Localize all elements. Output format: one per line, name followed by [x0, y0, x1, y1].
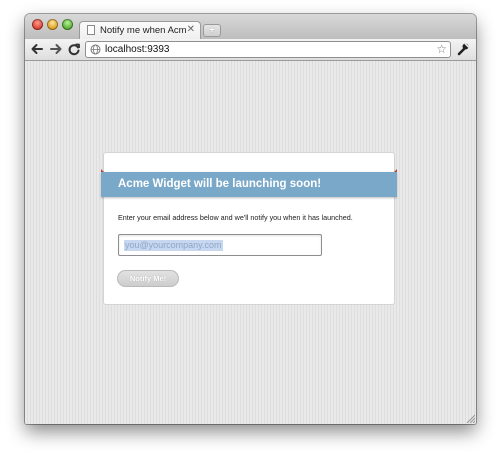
- signup-card: Acme Widget will be launching soon! Ente…: [101, 152, 397, 305]
- notify-button[interactable]: Notify Me!: [117, 270, 179, 287]
- forward-arrow-icon[interactable]: [49, 42, 63, 56]
- tab-active[interactable]: Notify me when Acme Widge ✕: [79, 21, 201, 39]
- new-tab-button[interactable]: +: [203, 24, 221, 37]
- wrench-icon[interactable]: [456, 42, 470, 56]
- star-icon[interactable]: ☆: [436, 42, 447, 57]
- toolbar: localhost:9393 ☆: [25, 39, 476, 61]
- page-icon: [87, 25, 95, 35]
- globe-icon: [90, 44, 101, 55]
- page-viewport: Acme Widget will be launching soon! Ente…: [25, 61, 476, 424]
- lead-text: Enter your email address below and we'll…: [118, 213, 353, 222]
- browser-window: Notify me when Acme Widge ✕ + localhost:…: [25, 14, 476, 424]
- window-zoom-button[interactable]: [62, 19, 73, 30]
- window-close-button[interactable]: [32, 19, 43, 30]
- reload-icon[interactable]: [67, 42, 81, 56]
- tab-title: Notify me when Acme Widge: [100, 25, 186, 36]
- banner: Acme Widget will be launching soon!: [101, 169, 397, 197]
- back-arrow-icon[interactable]: [30, 42, 44, 56]
- email-field[interactable]: you@yourcompany.com: [118, 234, 322, 256]
- address-bar[interactable]: localhost:9393 ☆: [85, 41, 451, 58]
- tab-strip: Notify me when Acme Widge ✕ +: [25, 14, 476, 39]
- window-minimize-button[interactable]: [47, 19, 58, 30]
- tab-close-icon[interactable]: ✕: [187, 24, 195, 36]
- email-placeholder: you@yourcompany.com: [124, 240, 223, 251]
- banner-title: Acme Widget will be launching soon!: [118, 178, 322, 190]
- url-text: localhost:9393: [105, 44, 170, 55]
- resize-grip-icon[interactable]: [465, 413, 475, 423]
